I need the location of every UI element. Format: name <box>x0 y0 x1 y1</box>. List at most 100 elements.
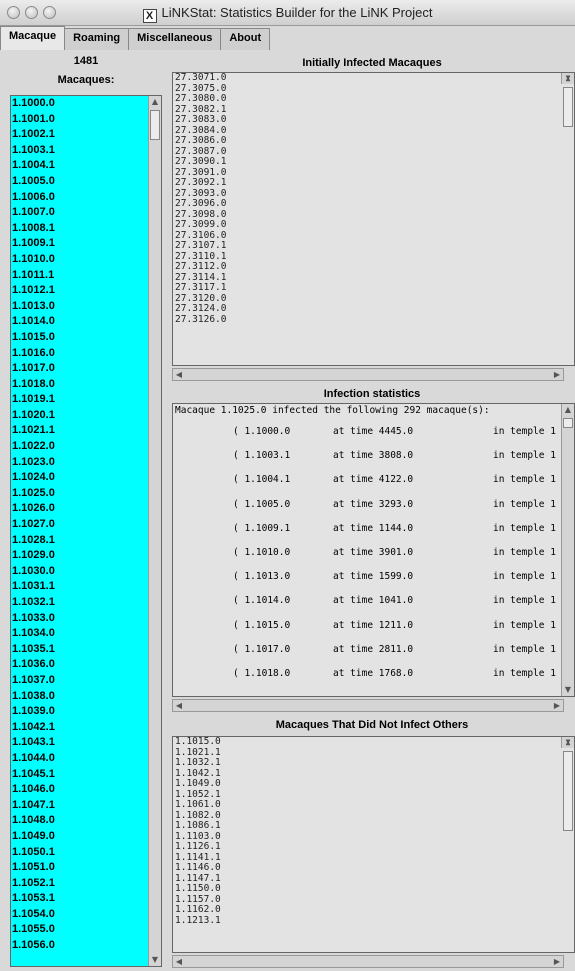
macaque-list-item[interactable]: 1.1054.0 <box>11 907 150 923</box>
macaque-list-item[interactable]: 1.1011.1 <box>11 268 150 284</box>
infection-statistics-vscrollbar[interactable]: ▲ ▼ <box>561 404 574 696</box>
scroll-right-arrow-icon[interactable]: ▶ <box>551 369 563 380</box>
macaque-list-item[interactable]: 1.1002.1 <box>11 127 150 143</box>
macaque-list-item[interactable]: 1.1027.0 <box>11 517 150 533</box>
macaque-list-item[interactable]: 1.1022.0 <box>11 439 150 455</box>
infection-temple: in temple 1 ) <box>493 667 568 679</box>
macaque-list-item[interactable]: 1.1050.1 <box>11 845 150 861</box>
macaque-list-item[interactable]: 1.1028.1 <box>11 533 150 549</box>
scroll-down-arrow-icon[interactable]: ▼ <box>562 737 574 748</box>
scroll-down-arrow-icon[interactable]: ▼ <box>562 73 574 84</box>
initially-infected-line: 27.3126.0 <box>175 313 227 325</box>
infection-time: at time 1599.0 <box>333 571 414 583</box>
macaque-list-item[interactable]: 1.1055.0 <box>11 922 150 938</box>
macaque-list-item[interactable]: 1.1033.0 <box>11 611 150 627</box>
macaque-list-item[interactable]: 1.1016.0 <box>11 346 150 362</box>
scroll-left-arrow-icon[interactable]: ◀ <box>173 369 185 380</box>
macaque-list-item[interactable]: 1.1024.0 <box>11 470 150 486</box>
macaque-list-item[interactable]: 1.1038.0 <box>11 689 150 705</box>
macaque-list-item[interactable]: 1.1047.1 <box>11 798 150 814</box>
initially-infected-title: Initially Infected Macaques <box>302 57 442 69</box>
infection-row: ( 1.1005.0 at time 3293.0 in temple 1 ) <box>173 491 574 515</box>
macaque-list-item[interactable]: 1.1023.0 <box>11 455 150 471</box>
macaque-list[interactable]: 1.1000.0 1.1001.0 1.1002.1 1.1003.1 1.1004.1… <box>10 95 162 967</box>
macaque-list-item[interactable]: 1.1005.0 <box>11 174 150 190</box>
macaque-list-item[interactable]: 1.1007.0 <box>11 205 150 221</box>
initially-infected-line: 27.3107.1 <box>175 240 227 251</box>
macaque-list-item[interactable]: 1.1029.0 <box>11 548 150 564</box>
macaque-list-item[interactable]: 1.1012.1 <box>11 283 150 299</box>
infection-statistics-hscrollbar[interactable]: ◀ ▶ <box>172 699 564 712</box>
macaque-list-item[interactable]: 1.1044.0 <box>11 751 150 767</box>
scroll-right-arrow-icon[interactable]: ▶ <box>551 700 563 711</box>
infection-row: ( 1.1015.0 at time 1211.0 in temple 1 ) <box>173 612 574 636</box>
macaque-list-item[interactable]: 1.1021.1 <box>11 423 150 439</box>
macaque-list-item[interactable]: 1.1010.0 <box>11 252 150 268</box>
scroll-thumb[interactable] <box>150 110 160 140</box>
macaque-list-item[interactable]: 1.1053.1 <box>11 891 150 907</box>
scroll-down-arrow-icon[interactable]: ▼ <box>562 684 574 696</box>
macaque-list-item[interactable]: 1.1000.0 <box>11 96 150 112</box>
infection-time: at time 3901.0 <box>333 546 414 558</box>
macaque-list-item[interactable]: 1.1014.0 <box>11 314 150 330</box>
initially-infected-vscrollbar[interactable]: ▲ ▼ <box>561 73 574 127</box>
macaque-list-item[interactable]: 1.1043.1 <box>11 735 150 751</box>
non-infectors-title: Macaques That Did Not Infect Others <box>275 719 469 731</box>
macaque-list-item[interactable]: 1.1042.1 <box>11 720 150 736</box>
macaque-list-item[interactable]: 1.1056.0 <box>11 938 150 954</box>
scroll-up-arrow-icon[interactable]: ▲ <box>562 404 574 416</box>
macaque-list-scrollbar[interactable]: ▲ ▼ <box>148 96 161 966</box>
scroll-thumb[interactable] <box>563 751 573 831</box>
tab-macaque[interactable]: Macaque <box>0 26 66 50</box>
infected-macaque-id: ( 1.1018.0 <box>233 667 291 679</box>
macaque-list-item[interactable]: 1.1049.0 <box>11 829 150 845</box>
infection-row: ( 1.1018.0 at time 1768.0 in temple 1 ) <box>173 660 574 684</box>
scroll-left-arrow-icon[interactable]: ◀ <box>173 956 185 967</box>
macaque-list-item[interactable]: 1.1035.1 <box>11 642 150 658</box>
non-infectors-hscrollbar[interactable]: ◀ ▶ <box>172 955 564 968</box>
macaque-list-item[interactable]: 1.1048.0 <box>11 813 150 829</box>
macaque-list-item[interactable]: 1.1009.1 <box>11 236 150 252</box>
macaque-list-item[interactable]: 1.1032.1 <box>11 595 150 611</box>
tab-roaming[interactable]: Roaming <box>64 28 130 50</box>
macaque-list-item[interactable]: 1.1045.1 <box>11 767 150 783</box>
macaque-list-item[interactable]: 1.1046.0 <box>11 782 150 798</box>
macaque-list-item[interactable]: 1.1020.1 <box>11 408 150 424</box>
macaque-list-item[interactable]: 1.1015.0 <box>11 330 150 346</box>
initially-infected-line: 27.3092.1 <box>175 177 227 188</box>
macaque-list-item[interactable]: 1.1025.0 <box>11 486 150 502</box>
initially-infected-line: 27.3082.1 <box>175 103 227 115</box>
non-infectors-vscrollbar[interactable]: ▲ ▼ <box>561 737 574 831</box>
initially-infected-hscrollbar[interactable]: ◀ ▶ <box>172 368 564 381</box>
scroll-right-arrow-icon[interactable]: ▶ <box>551 956 563 967</box>
macaque-list-item[interactable]: 1.1008.1 <box>11 221 150 237</box>
scroll-thumb[interactable] <box>563 418 573 428</box>
tab-miscellaneous[interactable]: Miscellaneous <box>128 28 222 50</box>
macaque-list-item[interactable]: 1.1037.0 <box>11 673 150 689</box>
infection-statistics-textarea[interactable]: Macaque 1.1025.0 infected the following … <box>172 403 575 697</box>
macaque-list-item[interactable]: 1.1003.1 <box>11 143 150 159</box>
macaque-list-item[interactable]: 1.1030.0 <box>11 564 150 580</box>
macaque-list-item[interactable]: 1.1026.0 <box>11 501 150 517</box>
macaque-list-item[interactable]: 1.1013.0 <box>11 299 150 315</box>
non-infectors-textarea[interactable]: 1.1015.0 1.1021.1 1.1032.1 1.1042.1 1.1049.0… <box>172 736 575 953</box>
infection-time: at time 1041.0 <box>333 595 414 607</box>
initially-infected-textarea[interactable]: 27.3071.0 27.3075.0 27.3080.0 27.3082.1 27.3… <box>172 72 575 366</box>
scroll-down-arrow-icon[interactable]: ▼ <box>149 954 161 966</box>
macaque-list-item[interactable]: 1.1039.0 <box>11 704 150 720</box>
macaque-list-item[interactable]: 1.1004.1 <box>11 158 150 174</box>
tab-about[interactable]: About <box>220 28 271 50</box>
macaque-list-item[interactable]: 1.1018.0 <box>11 377 150 393</box>
scroll-left-arrow-icon[interactable]: ◀ <box>173 700 185 711</box>
scroll-thumb[interactable] <box>563 87 573 127</box>
macaque-list-item[interactable]: 1.1052.1 <box>11 876 150 892</box>
macaque-list-item[interactable]: 1.1006.0 <box>11 190 150 206</box>
macaque-list-item[interactable]: 1.1017.0 <box>11 361 150 377</box>
macaque-list-item[interactable]: 1.1036.0 <box>11 657 150 673</box>
macaque-list-item[interactable]: 1.1051.0 <box>11 860 150 876</box>
scroll-up-arrow-icon[interactable]: ▲ <box>149 96 161 108</box>
macaque-list-item[interactable]: 1.1031.1 <box>11 579 150 595</box>
macaque-list-item[interactable]: 1.1001.0 <box>11 112 150 128</box>
macaque-list-item[interactable]: 1.1034.0 <box>11 626 150 642</box>
macaque-list-item[interactable]: 1.1019.1 <box>11 392 150 408</box>
